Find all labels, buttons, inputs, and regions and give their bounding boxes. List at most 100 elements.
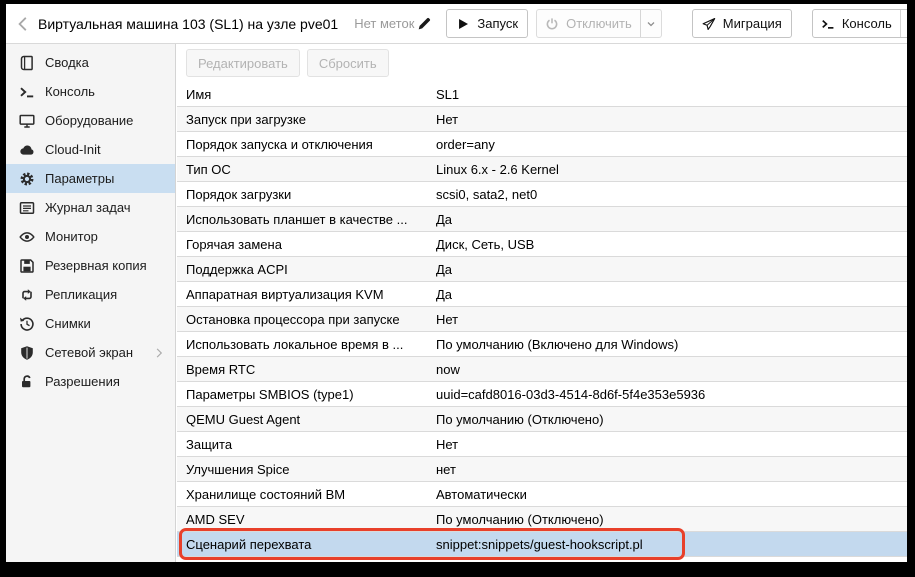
table-row[interactable]: Использовать планшет в качестве ...Да — [177, 207, 907, 232]
option-value: Да — [436, 287, 907, 302]
sidebar-item-label: Репликация — [45, 287, 117, 302]
book-icon — [19, 55, 35, 71]
table-row[interactable]: Использовать локальное время в ...По умо… — [177, 332, 907, 357]
option-value: now — [436, 362, 907, 377]
options-table: ИмяSL1Запуск при загрузкеНетПорядок запу… — [177, 82, 907, 557]
option-name: AMD SEV — [177, 512, 436, 527]
table-row[interactable]: Тип ОСLinux 6.x - 2.6 Kernel — [177, 157, 907, 182]
console-dropdown-caret[interactable] — [900, 10, 907, 37]
sidebar-item-task-history[interactable]: Журнал задач — [6, 193, 175, 222]
page-title: Виртуальная машина 103 (SL1) на узле pve… — [38, 16, 338, 32]
option-name: Остановка процессора при запуске — [177, 312, 436, 327]
option-value: SL1 — [436, 87, 907, 102]
sidebar-item-label: Снимки — [45, 316, 91, 331]
table-row[interactable]: Время RTCnow — [177, 357, 907, 382]
sidebar-item-replication[interactable]: Репликация — [6, 280, 175, 309]
sidebar-item-cloudinit[interactable]: Cloud-Init — [6, 135, 175, 164]
option-value: Нет — [436, 312, 907, 327]
eye-icon — [19, 229, 35, 245]
option-name: Имя — [177, 87, 436, 102]
option-value: Нет — [436, 437, 907, 452]
sidebar-item-label: Cloud-Init — [45, 142, 101, 157]
unlock-icon — [19, 374, 35, 390]
table-row[interactable]: Порядок запуска и отключенияorder=any — [177, 132, 907, 157]
option-name: Хранилище состояний ВМ — [177, 487, 436, 502]
option-name: Запуск при загрузке — [177, 112, 436, 127]
sidebar-item-hardware[interactable]: Оборудование — [6, 106, 175, 135]
table-row[interactable]: AMD SEVПо умолчанию (Отключено) — [177, 507, 907, 532]
option-name: Защита — [177, 437, 436, 452]
option-value: По умолчанию (Отключено) — [436, 412, 907, 427]
options-toolbar: Редактировать Сбросить — [177, 44, 907, 83]
options-panel: Редактировать Сбросить ИмяSL1Запуск при … — [177, 44, 907, 562]
start-button[interactable]: Запуск — [446, 9, 528, 38]
option-value: snippet:snippets/guest-hookscript.pl — [436, 537, 907, 552]
sidebar-item-permissions[interactable]: Разрешения — [6, 367, 175, 396]
sidebar-item-monitor[interactable]: Монитор — [6, 222, 175, 251]
table-row[interactable]: ИмяSL1 — [177, 82, 907, 107]
table-row[interactable]: Остановка процессора при запускеНет — [177, 307, 907, 332]
option-name: Улучшения Spice — [177, 462, 436, 477]
chevron-left-icon[interactable] — [14, 15, 32, 33]
chevron-right-icon — [153, 347, 165, 359]
option-name: Время RTC — [177, 362, 436, 377]
sidebar-item-snapshots[interactable]: Снимки — [6, 309, 175, 338]
cloud-icon — [19, 142, 35, 158]
play-icon — [456, 17, 470, 31]
table-row[interactable]: Поддержка ACPIДа — [177, 257, 907, 282]
table-row[interactable]: Сценарий перехватаsnippet:snippets/guest… — [177, 532, 907, 557]
edit-button[interactable]: Редактировать — [186, 49, 300, 77]
sidebar-item-firewall[interactable]: Сетевой экран — [6, 338, 175, 367]
option-name: Тип ОС — [177, 162, 436, 177]
migrate-button[interactable]: Миграция — [692, 9, 792, 38]
sidebar-item-label: Параметры — [45, 171, 114, 186]
pencil-icon[interactable] — [417, 16, 432, 31]
option-value: Linux 6.x - 2.6 Kernel — [436, 162, 907, 177]
sidebar-item-summary[interactable]: Сводка — [6, 48, 175, 77]
option-name: Использовать планшет в качестве ... — [177, 212, 436, 227]
tags-area: Нет меток — [354, 16, 432, 31]
terminal-icon — [821, 17, 835, 31]
tasklist-icon — [19, 200, 35, 216]
table-row[interactable]: Параметры SMBIOS (type1)uuid=cafd8016-03… — [177, 382, 907, 407]
option-name: Порядок запуска и отключения — [177, 137, 436, 152]
desktop-icon — [19, 113, 35, 129]
sidebar-item-console[interactable]: Консоль — [6, 77, 175, 106]
table-row[interactable]: Горячая заменаДиск, Сеть, USB — [177, 232, 907, 257]
header-bar: Виртуальная машина 103 (SL1) на узле pve… — [6, 4, 907, 44]
table-row[interactable]: Хранилище состояний ВМАвтоматически — [177, 482, 907, 507]
option-value: scsi0, sata2, net0 — [436, 187, 907, 202]
table-row[interactable]: Аппаратная виртуализация KVMДа — [177, 282, 907, 307]
floppy-icon — [19, 258, 35, 274]
option-value: По умолчанию (Включено для Windows) — [436, 337, 907, 352]
option-name: Параметры SMBIOS (type1) — [177, 387, 436, 402]
table-row[interactable]: Порядок загрузкиscsi0, sata2, net0 — [177, 182, 907, 207]
option-value: нет — [436, 462, 907, 477]
option-value: По умолчанию (Отключено) — [436, 512, 907, 527]
history-icon — [19, 316, 35, 332]
option-value: order=any — [436, 137, 907, 152]
option-value: Автоматически — [436, 487, 907, 502]
sidebar-item-label: Сводка — [45, 55, 89, 70]
option-value: Да — [436, 212, 907, 227]
power-icon — [545, 17, 559, 31]
option-name: Порядок загрузки — [177, 187, 436, 202]
option-name: Сценарий перехвата — [177, 537, 436, 552]
sidebar-item-label: Журнал задач — [45, 200, 131, 215]
shutdown-button[interactable]: Отключить — [536, 9, 662, 38]
option-name: Горячая замена — [177, 237, 436, 252]
option-value: Диск, Сеть, USB — [436, 237, 907, 252]
sidebar-item-options[interactable]: Параметры — [6, 164, 175, 193]
sidebar-item-label: Сетевой экран — [45, 345, 133, 360]
sidebar-item-backup[interactable]: Резервная копия — [6, 251, 175, 280]
table-row[interactable]: Запуск при загрузкеНет — [177, 107, 907, 132]
shutdown-dropdown-caret[interactable] — [640, 10, 661, 37]
option-value: Да — [436, 262, 907, 277]
table-row[interactable]: Улучшения Spiceнет — [177, 457, 907, 482]
table-row[interactable]: ЗащитаНет — [177, 432, 907, 457]
proxmox-window: Виртуальная машина 103 (SL1) на узле pve… — [6, 4, 907, 562]
console-button[interactable]: Консоль — [812, 9, 907, 38]
reset-button[interactable]: Сбросить — [307, 49, 389, 77]
sidebar-item-label: Монитор — [45, 229, 98, 244]
table-row[interactable]: QEMU Guest AgentПо умолчанию (Отключено) — [177, 407, 907, 432]
